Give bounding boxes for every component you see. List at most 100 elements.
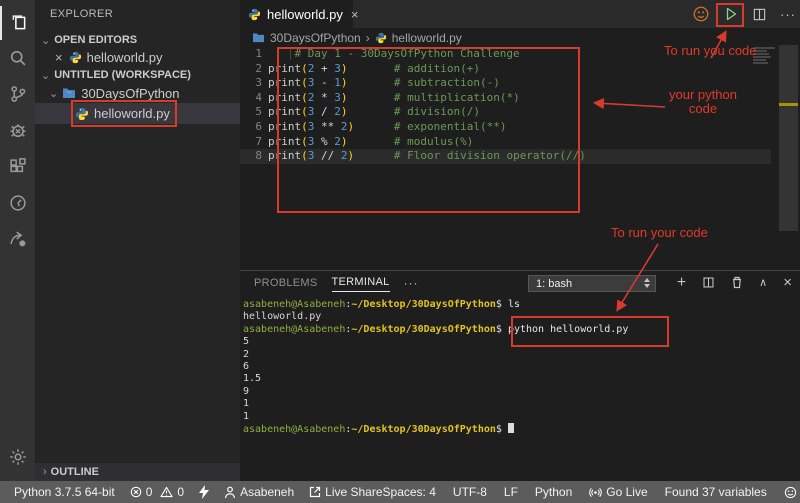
code-line: 5print(3 / 2) # division(/)	[240, 105, 771, 120]
live-share-icon	[309, 486, 321, 498]
terminal-content[interactable]: asabeneh@Asabeneh:~/Desktop/30DaysOfPyth…	[243, 299, 628, 436]
scrollbar[interactable]	[779, 45, 798, 231]
variables-found-item[interactable]: Found 37 variables	[665, 485, 767, 499]
collapse-panel-icon[interactable]: ∧	[759, 276, 767, 289]
settings-gear-icon[interactable]	[0, 440, 35, 474]
terminal-line: 2	[243, 349, 628, 361]
open-editor-item[interactable]: × helloworld.py	[35, 48, 240, 66]
extensions-icon[interactable]	[0, 150, 35, 184]
code-line: 4print(2 * 3) # multiplication(*)	[240, 91, 771, 106]
panel-actions: + ∧ ×	[677, 271, 792, 294]
terminal-cursor	[508, 423, 514, 433]
python-file-icon	[75, 107, 89, 121]
tab-label: helloworld.py	[267, 7, 343, 22]
more-actions-icon[interactable]: ···	[780, 7, 796, 22]
language-item[interactable]: Python	[535, 485, 572, 499]
breadcrumb: 30DaysOfPython › helloworld.py	[240, 28, 800, 47]
panel-header: PROBLEMS TERMINAL ··· 1: bash + ∧ ×	[240, 271, 800, 294]
open-editor-file-label: helloworld.py	[87, 50, 163, 65]
activity-bar	[0, 0, 35, 481]
breadcrumb-file[interactable]: helloworld.py	[392, 31, 462, 45]
minimap[interactable]	[753, 47, 779, 67]
terminal-line: asabeneh@Asabeneh:~/Desktop/30DaysOfPyth…	[243, 299, 628, 311]
share-icon[interactable]	[0, 222, 35, 256]
chevron-right-icon: ›	[43, 466, 47, 478]
tab-terminal[interactable]: TERMINAL	[332, 276, 390, 292]
close-icon[interactable]: ×	[55, 50, 63, 65]
terminal-line: 6	[243, 361, 628, 373]
workspace-label: UNTITLED (WORKSPACE)	[54, 69, 191, 81]
explorer-sidebar: EXPLORER ⌄ OPEN EDITORS × helloworld.py …	[35, 0, 240, 481]
debug-icon[interactable]	[0, 113, 35, 147]
shell-select-value: 1: bash	[536, 278, 572, 290]
status-bar: Python 3.7.5 64-bit 0 0 Asabeneh Live Sh…	[0, 481, 800, 503]
encoding-item[interactable]: UTF-8	[453, 485, 487, 499]
kill-terminal-icon[interactable]	[731, 276, 743, 289]
code-lines: 1 # Day 1 - 30DaysOfPython Challenge2pri…	[240, 47, 771, 164]
open-editors-section[interactable]: ⌄ OPEN EDITORS	[35, 31, 240, 49]
tab-problems[interactable]: PROBLEMS	[254, 277, 318, 289]
split-editor-icon[interactable]	[752, 7, 767, 22]
bottom-panel: PROBLEMS TERMINAL ··· 1: bash + ∧ × asab…	[240, 270, 800, 481]
chevron-down-icon: ⌄	[41, 34, 50, 47]
folder-icon	[252, 32, 265, 43]
terminal-line: 9	[243, 386, 628, 398]
feedback-smiley-item[interactable]	[784, 486, 797, 499]
tab-close-icon[interactable]: ×	[351, 7, 359, 22]
run-button[interactable]	[723, 6, 739, 22]
terminal-line: asabeneh@Asabeneh:~/Desktop/30DaysOfPyth…	[243, 423, 628, 436]
warning-icon	[160, 486, 173, 498]
terminal-line: 1	[243, 411, 628, 423]
code-line: 2print(2 + 3) # addition(+)	[240, 62, 771, 77]
explorer-icon[interactable]	[0, 6, 35, 40]
eol-item[interactable]: LF	[504, 485, 518, 499]
code-line: 1 # Day 1 - 30DaysOfPython Challenge	[240, 47, 771, 62]
person-icon	[224, 486, 236, 499]
tab-helloworld[interactable]: helloworld.py ×	[240, 0, 353, 28]
lightning-icon	[199, 485, 209, 499]
python-file-icon	[248, 8, 261, 21]
new-terminal-icon[interactable]: +	[677, 274, 686, 292]
search-icon[interactable]	[0, 41, 35, 75]
indentation-item[interactable]: Spaces: 4	[383, 485, 436, 499]
panel-more-icon[interactable]: ···	[404, 276, 419, 290]
split-terminal-icon[interactable]	[702, 276, 715, 289]
time-icon[interactable]	[0, 186, 35, 220]
breadcrumb-folder[interactable]: 30DaysOfPython	[270, 31, 361, 45]
explorer-title: EXPLORER	[50, 8, 113, 20]
editor-tab-bar: helloworld.py × ···	[240, 0, 800, 28]
code-line: 6print(3 ** 2) # exponential(**)	[240, 120, 771, 135]
terminal-shell-select[interactable]: 1: bash	[528, 275, 656, 292]
python-version-item[interactable]: Python 3.7.5 64-bit	[14, 485, 115, 499]
chevron-down-icon: ⌄	[49, 87, 58, 100]
source-control-icon[interactable]	[0, 77, 35, 111]
outline-section[interactable]: › OUTLINE	[35, 462, 240, 481]
code-line: 3print(3 - 1) # subtraction(-)	[240, 76, 771, 91]
overview-ruler-mark	[779, 103, 798, 106]
editor-actions: ···	[692, 0, 796, 28]
account-item[interactable]: Asabeneh	[224, 485, 294, 499]
chevron-down-icon: ⌄	[41, 69, 50, 82]
code-line: 7print(3 % 2) # modulus(%)	[240, 135, 771, 150]
python-file-icon	[69, 51, 82, 64]
terminal-line: 5	[243, 336, 628, 348]
close-panel-icon[interactable]: ×	[783, 274, 792, 291]
live-share-item[interactable]: Live Share	[309, 485, 382, 499]
code-line: 8print(3 // 2) # Floor division operator…	[240, 149, 771, 164]
go-live-item[interactable]: Go Live	[589, 485, 647, 499]
problems-item[interactable]: 0 0	[130, 485, 184, 499]
breadcrumb-separator: ›	[366, 31, 370, 45]
error-icon	[130, 486, 142, 498]
terminal-line: asabeneh@Asabeneh:~/Desktop/30DaysOfPyth…	[243, 324, 628, 336]
extension-face-icon[interactable]	[692, 5, 710, 23]
file-item-selected[interactable]: helloworld.py	[35, 103, 240, 124]
workspace-section[interactable]: ⌄ UNTITLED (WORKSPACE)	[35, 66, 240, 84]
python-file-icon	[375, 32, 387, 44]
folder-item[interactable]: ⌄ 30DaysOfPython	[35, 84, 240, 102]
terminal-line: helloworld.py	[243, 311, 628, 323]
lightning-item[interactable]	[199, 485, 209, 499]
broadcast-icon	[589, 486, 602, 499]
outline-label: OUTLINE	[51, 466, 99, 478]
smiley-icon	[784, 486, 797, 499]
code-editor[interactable]: 1 # Day 1 - 30DaysOfPython Challenge2pri…	[240, 47, 800, 270]
